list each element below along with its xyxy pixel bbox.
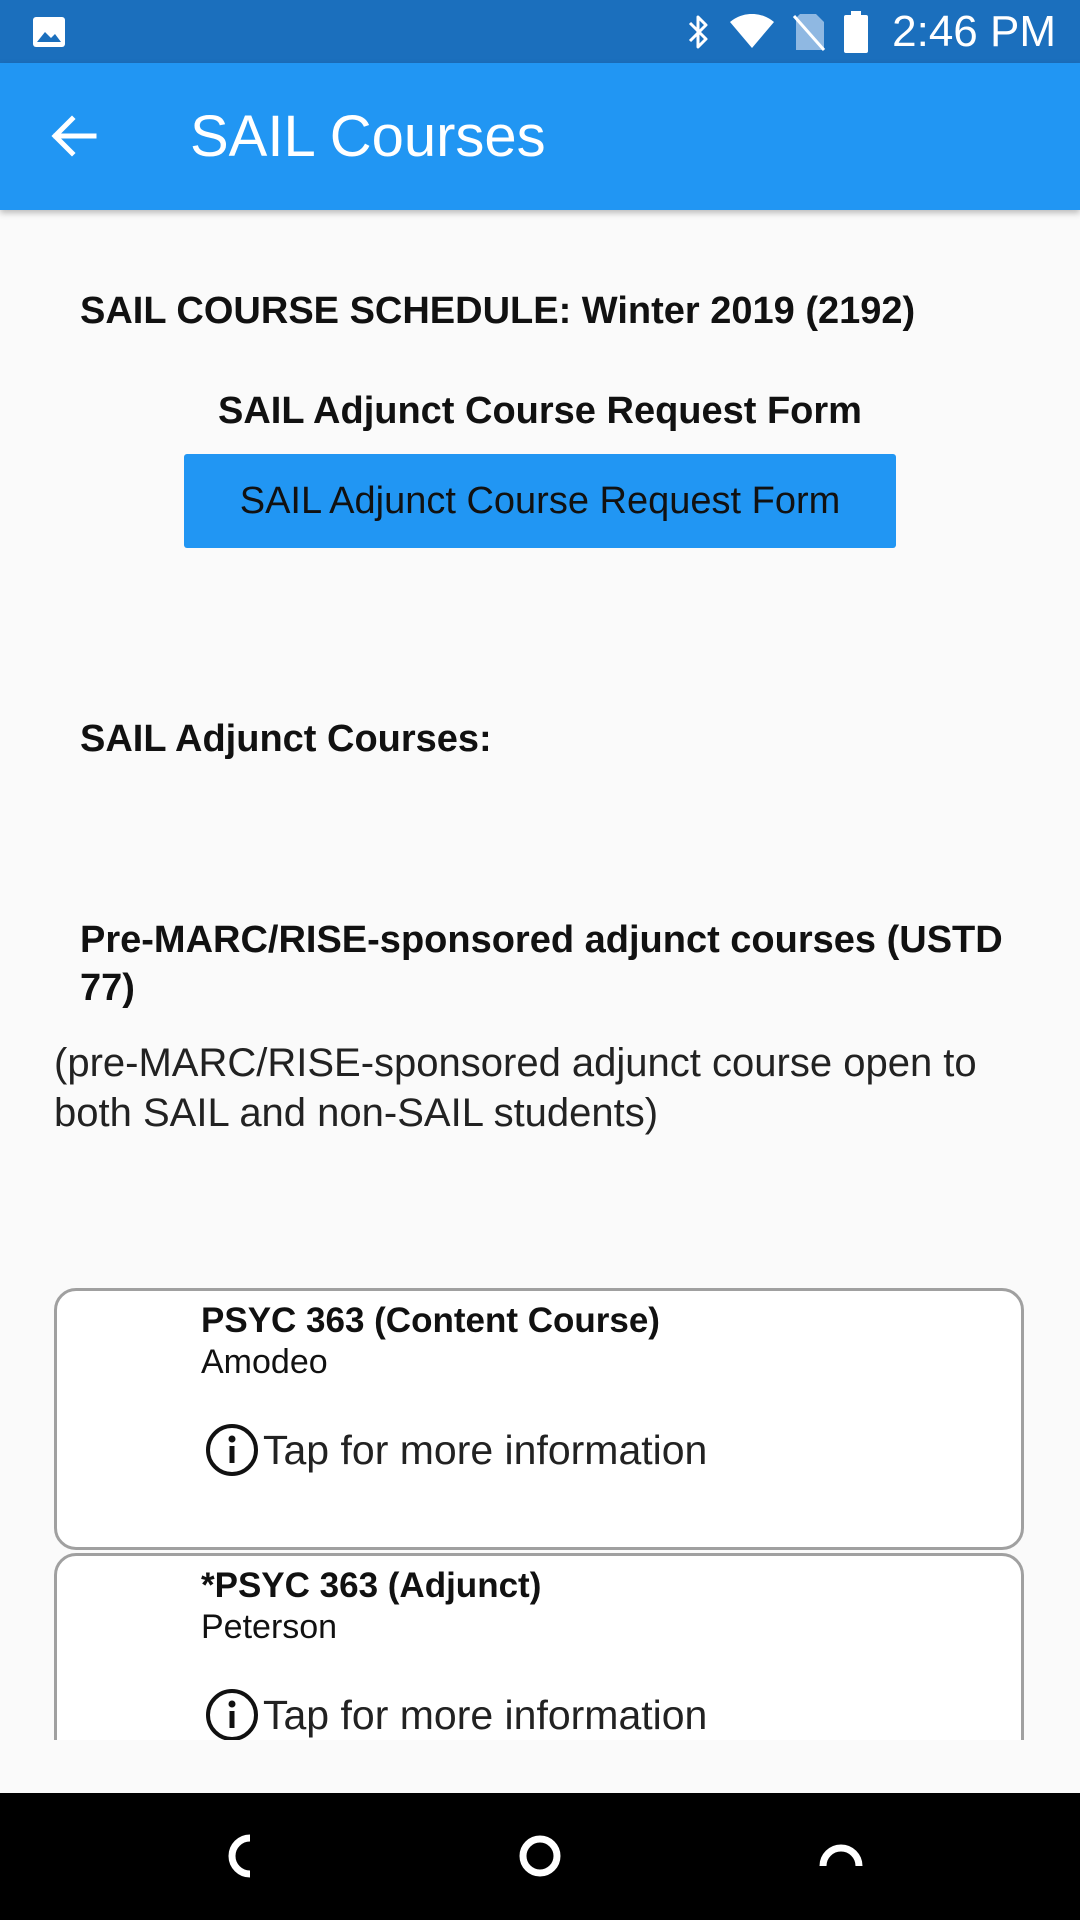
course-request-form-button[interactable]: SAIL Adjunct Course Request Form: [184, 454, 896, 548]
back-nav-icon: [220, 1834, 260, 1883]
navigation-bar: [0, 1793, 1080, 1920]
content-scroll-area[interactable]: SAIL COURSE SCHEDULE: Winter 2019 (2192)…: [0, 210, 1080, 1740]
course-info-link[interactable]: Tap for more information: [203, 1421, 707, 1479]
course-instructor: Peterson: [201, 1608, 338, 1646]
info-label: Tap for more information: [263, 1426, 708, 1473]
pre-marc-description: (pre-MARC/RISE-sponsored adjunct course …: [54, 1041, 977, 1135]
gallery-icon: [32, 16, 66, 53]
course-instructor: Amodeo: [201, 1343, 328, 1381]
info-label: Tap for more information: [263, 1691, 708, 1738]
page-title: SAIL Courses: [190, 104, 546, 169]
arrow-back-icon: [50, 114, 98, 163]
course-card[interactable]: *PSYC 363 (Adjunct) Peterson Tap for mor…: [54, 1553, 1024, 1740]
home-nav-icon: [516, 1832, 564, 1885]
form-label: SAIL Adjunct Course Request Form: [218, 390, 862, 432]
course-card[interactable]: PSYC 363 (Content Course) Amodeo Tap for…: [54, 1288, 1024, 1550]
nav-recents-button[interactable]: [806, 1823, 876, 1893]
recents-nav-icon: [817, 1834, 865, 1883]
battery-icon: [844, 10, 869, 53]
info-icon: [203, 1686, 261, 1740]
status-icons: 2:46 PM: [686, 0, 1056, 63]
adjunct-courses-heading: SAIL Adjunct Courses:: [80, 718, 492, 760]
bluetooth-icon: [686, 12, 712, 52]
info-icon: [203, 1421, 261, 1479]
no-sim-icon: [792, 12, 826, 52]
clock: 2:46 PM: [892, 7, 1056, 56]
course-info-link[interactable]: Tap for more information: [203, 1686, 707, 1740]
course-name: PSYC 363 (Content Course): [201, 1301, 660, 1340]
nav-home-button[interactable]: [505, 1823, 575, 1893]
back-button[interactable]: [34, 103, 114, 173]
nav-back-button[interactable]: [205, 1823, 275, 1893]
wifi-icon: [730, 13, 775, 50]
app-bar: SAIL Courses: [0, 63, 1080, 210]
course-name: *PSYC 363 (Adjunct): [201, 1566, 542, 1605]
status-bar: 2:46 PM: [0, 0, 1080, 63]
schedule-title: SAIL COURSE SCHEDULE: Winter 2019 (2192): [80, 290, 916, 332]
pre-marc-heading: Pre-MARC/RISE-sponsored adjunct courses …: [80, 919, 1003, 1009]
